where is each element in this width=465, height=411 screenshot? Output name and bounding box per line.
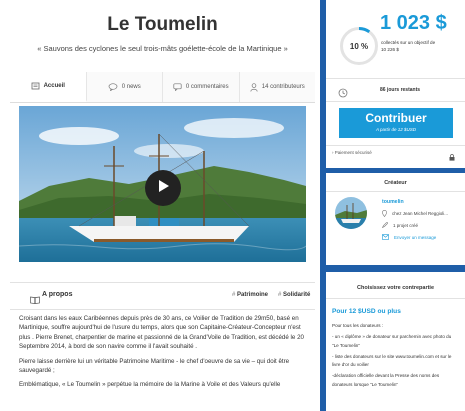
funding-percent: 10 % (349, 41, 369, 51)
reward-line: - liste des donateurs sur le site www.to… (332, 353, 452, 368)
tag-label: Solidarité (283, 292, 311, 298)
tab-commentaires[interactable]: 0 commentaires (163, 72, 240, 102)
send-message-link[interactable]: Envoyer un message (382, 234, 436, 240)
description-paragraph: Emblématique, « Le Toumelin » perpétue l… (19, 381, 281, 389)
project-header: Le Toumelin « Sauvons des cyclones le se… (10, 0, 315, 73)
play-button[interactable] (145, 170, 181, 206)
message-icon (382, 234, 389, 240)
tab-label: Accueil (43, 83, 65, 89)
project-description: Croisant dans les eaux Caribéennes depui… (19, 314, 309, 395)
days-remaining: 86 jours restants (380, 87, 421, 93)
contribute-label: Contribuer (365, 111, 427, 125)
divider (326, 101, 465, 102)
tag-label: Patrimoine (237, 292, 269, 298)
user-icon (250, 82, 258, 92)
description-paragraph: Pierre laisse derrière lui un véritable … (19, 357, 290, 375)
reward-description[interactable]: Pour tous les donateurs : - un « diplôme… (332, 322, 458, 392)
divider (326, 145, 465, 146)
reward-line: Pour tous les donateurs : (332, 323, 384, 328)
creator-location: chez Jean Michel Reggioli... (382, 210, 448, 217)
project-tabs: Accueil 0 news 0 commentaires 14 contrib… (10, 72, 315, 103)
tab-news[interactable]: 0 news (87, 72, 163, 102)
tab-accueil[interactable]: Accueil (10, 72, 87, 102)
rocket-icon (382, 222, 388, 228)
lock-icon (449, 148, 455, 166)
home-icon (31, 82, 40, 90)
location-pin-icon (382, 210, 387, 217)
tab-label: 14 contributeurs (261, 84, 305, 90)
tag-patrimoine[interactable]: # Patrimoine (232, 292, 268, 298)
secure-payment-label: Paiement sécurisé (334, 150, 372, 155)
creator-name[interactable]: toumelin (382, 199, 404, 205)
comment-icon (173, 83, 182, 91)
creator-projects: 1 projet créé (382, 222, 418, 228)
about-bar: A propos # Patrimoine # Solidarité (10, 282, 315, 310)
secure-payment[interactable]: › Paiement sécurisé (332, 150, 372, 155)
reward-heading: Choisissez votre contrepartie (356, 285, 435, 291)
tab-contributeurs[interactable]: 14 contributeurs (240, 72, 316, 102)
project-title: Le Toumelin (107, 14, 218, 35)
creator-heading: Créateur (384, 180, 407, 186)
creator-projects-text: 1 projet créé (393, 222, 419, 228)
tag-solidarite[interactable]: # Solidarité (278, 292, 310, 298)
about-label: A propos (42, 291, 73, 298)
reward-line: - un « diplôme » de donateur sur parchem… (332, 334, 452, 348)
contribute-button[interactable]: Contribuer A partir de 12 $USD (339, 108, 453, 138)
avatar-image (335, 197, 367, 229)
divider (326, 191, 465, 192)
send-message-label: Envoyer un message (394, 234, 437, 240)
project-subtitle: « Sauvons des cyclones le seul trois-mât… (37, 44, 288, 53)
funding-goal: collectés sur un objectif de 10 226 $ (381, 40, 459, 53)
goal-value: 10 226 $ (381, 46, 399, 52)
goal-text: collectés sur un objectif de (381, 40, 436, 45)
tab-label: 0 commentaires (185, 84, 229, 90)
book-icon (30, 291, 40, 309)
divider (326, 298, 465, 299)
tab-label: 0 news (121, 84, 141, 90)
funding-amount: 1 023 $ (380, 12, 447, 34)
description-paragraph: Croisant dans les eaux Caribéennes depui… (19, 315, 304, 351)
play-icon (156, 179, 170, 198)
project-page: Le Toumelin « Sauvons des cyclones le se… (0, 0, 465, 411)
contribute-sublabel: A partir de 12 $USD (375, 127, 417, 132)
reward-title[interactable]: Pour 12 $USD ou plus (332, 308, 401, 315)
divider (326, 78, 465, 79)
avatar[interactable] (335, 197, 367, 229)
reward-line: -déclaration officielle devant la Presse… (332, 373, 440, 387)
creator-location-text: chez Jean Michel Reggioli... (392, 211, 449, 216)
chat-bubble-icon (108, 83, 118, 91)
